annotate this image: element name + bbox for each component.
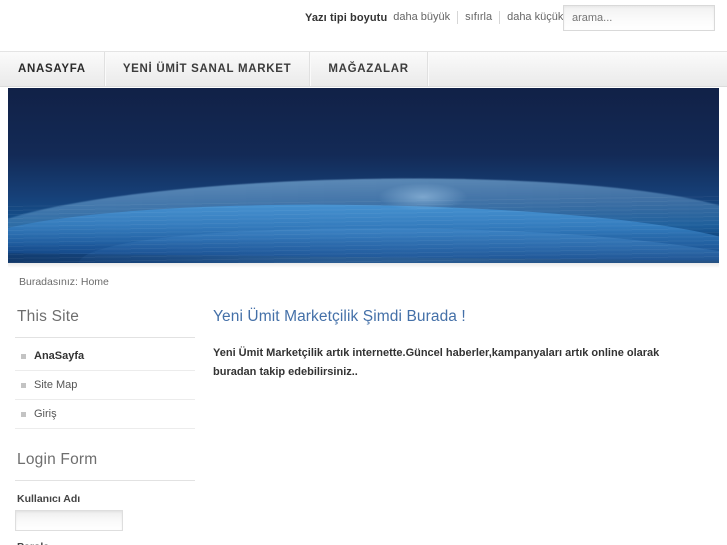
list-item[interactable]: AnaSayfa [15,342,195,371]
main-navigation: ANASAYFA YENİ ÜMİT SANAL MARKET MAĞAZALA… [0,51,727,87]
font-size-reset-link[interactable]: sıfırla [457,11,499,24]
nav-item-sanal-market[interactable]: YENİ ÜMİT SANAL MARKET [105,52,311,86]
nav-filler [428,52,727,86]
banner-wave-lines [8,196,719,263]
sidebar-item-site-map[interactable]: Site Map [15,371,195,399]
font-size-tools: Yazı tipi boyutu daha büyük sıfırla daha… [305,11,572,24]
module-this-site: This Site AnaSayfa Site Map Giriş [15,308,195,429]
nav-item-magazalar[interactable]: MAĞAZALAR [310,52,428,86]
list-item[interactable]: Giriş [15,400,195,429]
username-label: Kullanıcı Adı [17,493,81,505]
nav-item-anasayfa[interactable]: ANASAYFA [0,52,105,86]
font-size-increase-link[interactable]: daha büyük [393,11,457,24]
bullet-icon [21,411,26,417]
sidebar-item-giris[interactable]: Giriş [15,400,195,428]
bullet-icon [21,382,26,388]
page-root: Yazı tipi boyutu daha büyük sıfırla daha… [0,0,727,545]
sidebar-item-label: Giriş [34,408,57,420]
breadcrumb-prefix: Buradasınız: [19,276,78,288]
sidebar-item-label: AnaSayfa [34,350,85,362]
font-size-decrease-link[interactable]: daha küçük [499,11,572,24]
bullet-icon [21,353,26,359]
module-title-login-form: Login Form [17,451,98,468]
breadcrumb-item-home[interactable]: Home [81,276,109,288]
password-label: Parola [17,541,195,545]
sidebar-item-anasayfa[interactable]: AnaSayfa [15,342,195,370]
module-login-form: Login Form Kullanıcı Adı Parola [15,451,195,545]
article-body: Yeni Ümit Marketçilik artık internette.G… [213,347,660,378]
hero-shadow [8,263,719,268]
sidebar-item-label: Site Map [34,379,78,391]
module-divider [15,337,195,338]
breadcrumb: Buradasınız: Home [19,276,109,288]
banner-sparkle [377,183,468,211]
main-content: Yeni Ümit Marketçilik Şimdi Burada ! Yen… [213,308,713,382]
search-box[interactable] [563,5,715,31]
page-title: Yeni Ümit Marketçilik Şimdi Burada ! [213,308,466,325]
font-size-label: Yazı tipi boyutu [305,11,388,24]
sidebar-menu: AnaSayfa Site Map Giriş [15,342,195,429]
hero-banner [8,88,719,263]
module-divider [15,480,195,481]
list-item[interactable]: Site Map [15,371,195,400]
search-input[interactable] [563,5,715,31]
module-title-this-site: This Site [17,308,80,325]
top-bar: Yazı tipi boyutu daha büyük sıfırla daha… [0,0,727,45]
sidebar: This Site AnaSayfa Site Map Giriş Login … [15,308,195,545]
username-field[interactable] [15,510,123,531]
